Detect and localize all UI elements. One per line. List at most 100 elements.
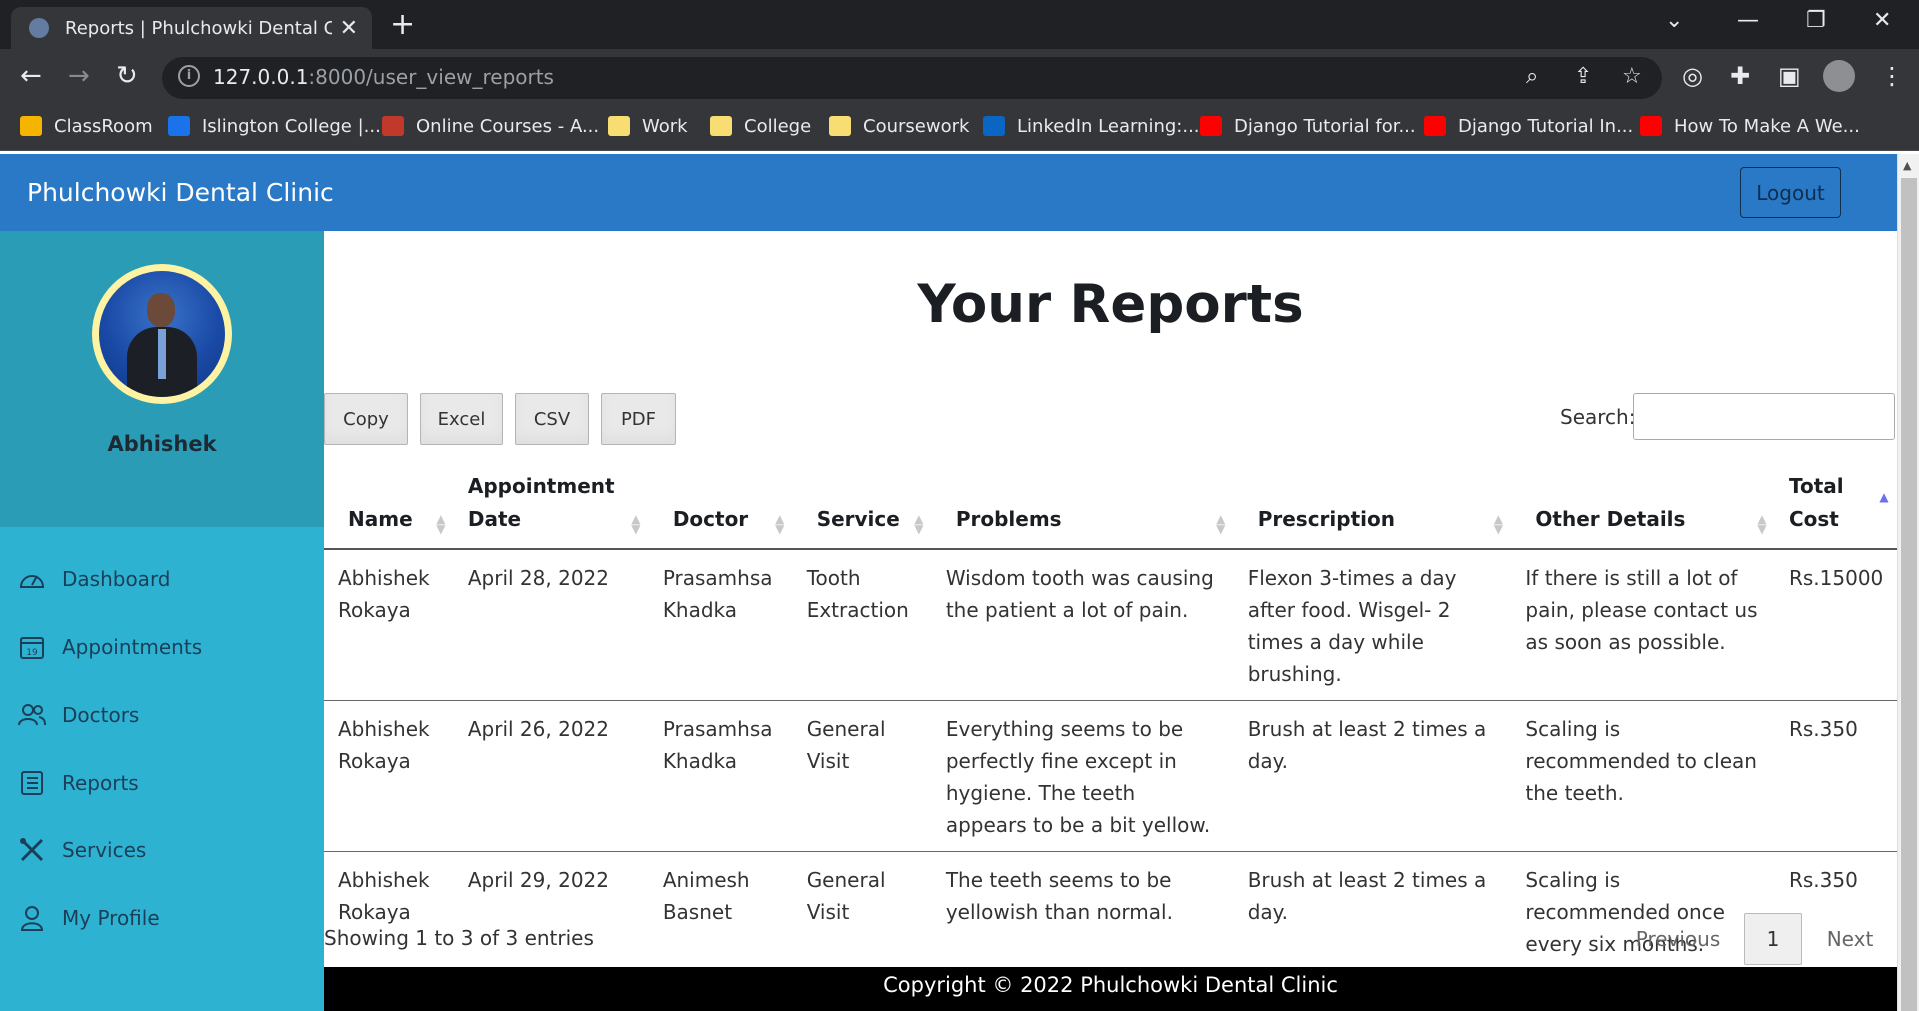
cell-other-details: Scaling is recommended to clean the teet… bbox=[1511, 700, 1775, 852]
brand-title[interactable]: Phulchowki Dental Clinic bbox=[27, 178, 334, 207]
bookmark-label: ClassRoom bbox=[54, 115, 153, 137]
browser-tab[interactable]: Reports | Phulchowki Dental Care ✕ bbox=[11, 7, 372, 49]
extensions-puzzle-icon[interactable]: ✚ bbox=[1730, 62, 1750, 90]
page-title: Your Reports bbox=[917, 274, 1304, 335]
column-header-total-cost[interactable]: Total Cost ▲ bbox=[1774, 460, 1897, 550]
column-header-appointment-date[interactable]: Appointment Date ▲ ▼ bbox=[453, 460, 649, 550]
sort-icon: ▲ ▼ bbox=[1216, 512, 1226, 536]
bookmark-online-courses[interactable]: Online Courses - A... bbox=[382, 113, 599, 139]
copy-button[interactable]: Copy bbox=[324, 393, 408, 445]
url-text[interactable]: 127.0.0.1:8000/user_view_reports bbox=[213, 65, 554, 89]
bookmark-icon bbox=[20, 116, 42, 136]
logout-button[interactable]: Logout bbox=[1740, 167, 1841, 218]
cell-name: Abhishek Rokaya bbox=[324, 700, 454, 852]
cell-total-cost: Rs.350 bbox=[1774, 700, 1897, 852]
column-header-service[interactable]: Service ▲ ▼ bbox=[792, 460, 932, 550]
cell-doctor: Animesh Basnet bbox=[648, 851, 793, 971]
profile-avatar-icon[interactable] bbox=[1823, 60, 1855, 92]
sidebar-username: Abhishek bbox=[107, 432, 217, 456]
zoom-icon[interactable]: ⌕ bbox=[1526, 64, 1538, 89]
share-icon[interactable]: ⇪ bbox=[1574, 64, 1592, 89]
pdf-button[interactable]: PDF bbox=[601, 393, 676, 445]
bookmark-django-2[interactable]: Django Tutorial In... bbox=[1424, 113, 1633, 139]
scrollbar-thumb[interactable] bbox=[1901, 178, 1917, 1011]
extension-glasses-icon[interactable]: ◎ bbox=[1682, 62, 1703, 90]
bookmark-label: Django Tutorial In... bbox=[1458, 115, 1634, 137]
bookmark-linkedin[interactable]: LinkedIn Learning:... bbox=[983, 113, 1200, 139]
cell-date: April 26, 2022 bbox=[453, 700, 649, 852]
bookmark-star-icon[interactable]: ☆ bbox=[1622, 64, 1642, 89]
search-input[interactable] bbox=[1633, 393, 1895, 440]
sidebar-item-my-profile[interactable]: My Profile bbox=[18, 900, 160, 936]
cell-service: General Visit bbox=[792, 851, 932, 971]
bookmark-folder-college[interactable]: College bbox=[710, 113, 811, 139]
column-header-other-details[interactable]: Other Details ▲ ▼ bbox=[1511, 460, 1775, 550]
tab-search-icon[interactable]: ⌄ bbox=[1665, 8, 1683, 33]
minimize-icon[interactable]: — bbox=[1737, 8, 1759, 33]
close-window-icon[interactable]: ✕ bbox=[1873, 8, 1891, 33]
bookmark-islington[interactable]: Islington College |... bbox=[168, 113, 381, 139]
page-1-button[interactable]: 1 bbox=[1744, 913, 1802, 965]
cell-service: Tooth Extraction bbox=[792, 549, 932, 701]
menu-kebab-icon[interactable]: ⋮ bbox=[1880, 62, 1904, 90]
bookmark-how-to-make[interactable]: How To Make A We... bbox=[1640, 113, 1860, 139]
sidebar-item-appointments[interactable]: 19 Appointments bbox=[18, 629, 202, 665]
sidebar-item-reports[interactable]: Reports bbox=[18, 765, 139, 801]
sort-icon: ▲ ▼ bbox=[1493, 512, 1504, 536]
sidebar-item-label: My Profile bbox=[62, 906, 160, 930]
close-tab-icon[interactable]: ✕ bbox=[340, 16, 358, 41]
bookmark-icon bbox=[1424, 116, 1446, 136]
cell-name: Abhishek Rokaya bbox=[324, 549, 454, 701]
calendar-icon: 19 bbox=[18, 633, 46, 661]
sidebar-item-dashboard[interactable]: Dashboard bbox=[18, 561, 171, 597]
bookmark-icon bbox=[382, 116, 404, 136]
sidebar-item-label: Services bbox=[62, 838, 147, 862]
table-header-row: Name ▲ ▼ Appointment Date ▲ ▼ Doctor ▲ ▼ Servi… bbox=[324, 460, 1897, 550]
excel-button[interactable]: Excel bbox=[420, 393, 503, 445]
cell-doctor: Prasamhsa Khadka bbox=[648, 549, 793, 701]
restore-icon[interactable]: ❐ bbox=[1806, 8, 1826, 33]
search-label: Search: bbox=[1560, 405, 1636, 429]
site-info-icon[interactable]: i bbox=[178, 65, 200, 87]
bookmark-folder-coursework[interactable]: Coursework bbox=[829, 113, 969, 139]
bookmark-icon bbox=[1200, 116, 1222, 136]
bookmark-label: College bbox=[744, 115, 812, 137]
globe-icon bbox=[29, 18, 49, 38]
bookmark-label: Coursework bbox=[863, 115, 970, 137]
previous-button[interactable]: Previous bbox=[1628, 913, 1728, 965]
scroll-up-icon[interactable]: ▲ bbox=[1903, 159, 1911, 172]
bookmark-icon bbox=[608, 116, 630, 136]
cell-problems: Everything seems to be perfectly fine ex… bbox=[931, 700, 1234, 852]
bookmark-folder-work[interactable]: Work bbox=[608, 113, 688, 139]
sidebar-item-doctors[interactable]: Doctors bbox=[18, 697, 139, 733]
sidebar-item-services[interactable]: Services bbox=[18, 832, 146, 868]
tab-title: Reports | Phulchowki Dental Care bbox=[65, 17, 332, 39]
svg-text:19: 19 bbox=[26, 648, 38, 658]
side-panel-icon[interactable]: ▣ bbox=[1778, 62, 1801, 90]
bookmark-classroom[interactable]: ClassRoom bbox=[20, 113, 153, 139]
column-header-problems[interactable]: Problems ▲ ▼ bbox=[931, 460, 1234, 550]
tools-icon bbox=[18, 836, 46, 864]
reload-icon[interactable]: ↻ bbox=[116, 62, 138, 90]
sidebar-item-label: Appointments bbox=[62, 635, 203, 659]
csv-button[interactable]: CSV bbox=[515, 393, 589, 445]
scrollbar[interactable]: ▲ bbox=[1897, 154, 1919, 1011]
sort-icon: ▲ ▼ bbox=[631, 512, 641, 536]
column-header-doctor[interactable]: Doctor ▲ ▼ bbox=[648, 460, 793, 550]
sidebar-item-label: Reports bbox=[62, 771, 139, 795]
back-icon[interactable]: ← bbox=[20, 62, 42, 90]
column-header-name[interactable]: Name ▲ ▼ bbox=[324, 460, 454, 550]
sort-icon: ▲ ▼ bbox=[1757, 512, 1767, 536]
bookmark-django-1[interactable]: Django Tutorial for... bbox=[1200, 113, 1416, 139]
bookmark-icon bbox=[710, 116, 732, 136]
cell-date: April 28, 2022 bbox=[453, 549, 649, 701]
cell-doctor: Prasamhsa Khadka bbox=[648, 700, 793, 852]
cell-total-cost: Rs.15000 bbox=[1774, 549, 1897, 701]
bookmark-icon bbox=[1640, 116, 1662, 136]
bookmark-icon bbox=[168, 116, 190, 136]
column-header-prescription[interactable]: Prescription ▲ ▼ bbox=[1233, 460, 1512, 550]
forward-icon[interactable]: → bbox=[68, 62, 90, 90]
next-button[interactable]: Next bbox=[1815, 913, 1885, 965]
new-tab-icon[interactable]: + bbox=[390, 8, 415, 42]
people-icon bbox=[18, 701, 46, 729]
